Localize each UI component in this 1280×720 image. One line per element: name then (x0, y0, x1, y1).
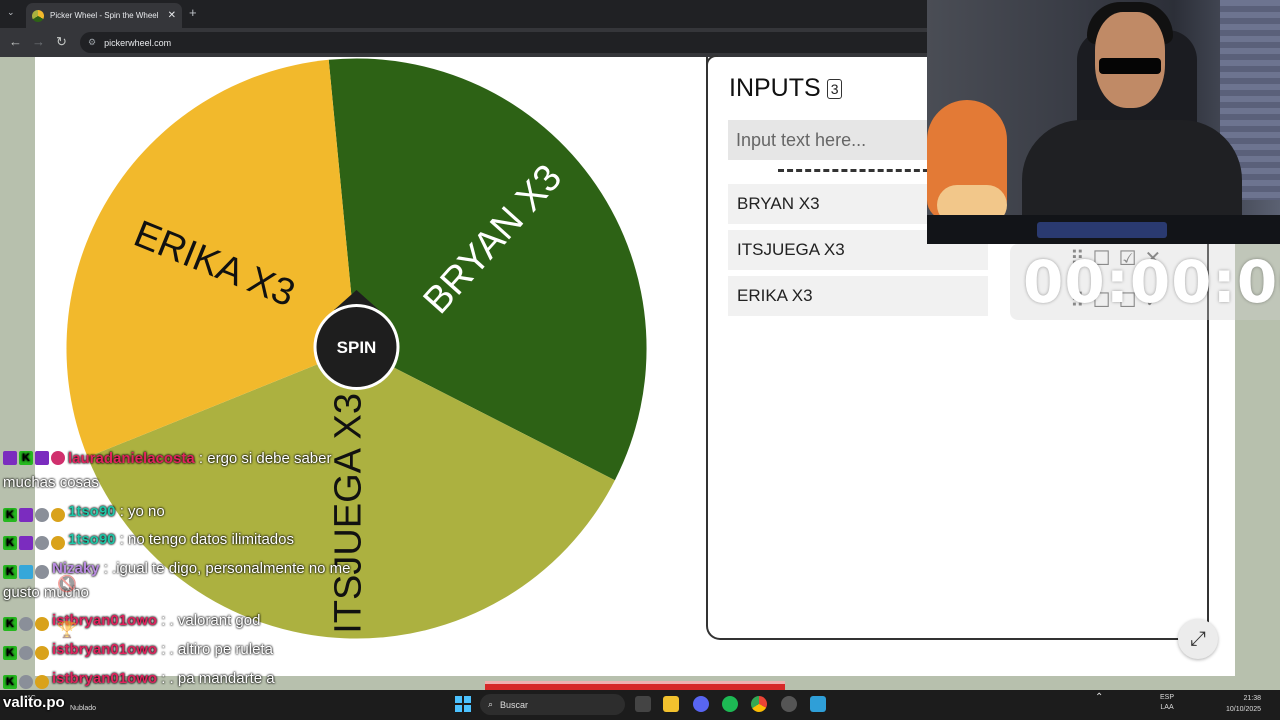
trophy-icon: 🏆 (57, 622, 77, 639)
gold-badge-icon (51, 536, 65, 551)
chat-badges: K (3, 507, 65, 522)
forward-arrow-icon[interactable]: → (32, 34, 45, 49)
tab-close-icon[interactable]: ✕ (168, 10, 176, 21)
webcam-overlay (927, 0, 1280, 244)
back-arrow-icon[interactable]: ← (9, 34, 22, 49)
k-badge-icon: K (19, 451, 33, 465)
inputs-title: INPUTS (729, 74, 821, 102)
inputs-header: INPUTS 3 (729, 74, 843, 103)
task-view-icon[interactable] (635, 696, 651, 712)
wolf-badge-icon (19, 674, 33, 689)
chat-text: : . valorant god (157, 612, 261, 630)
file-explorer-icon[interactable] (663, 696, 679, 712)
search-label: Buscar (500, 699, 529, 710)
timer-widget: ⠿☐☑✕ ⠿☐☐✓ 00:00:00 (1010, 244, 1280, 320)
new-tab-button[interactable]: + (189, 5, 197, 20)
spotify-icon[interactable] (722, 696, 738, 712)
wolf-badge-icon (35, 564, 49, 579)
entry-item[interactable]: ERIKA X3 (728, 276, 988, 316)
chat-username: 1tso90 (68, 531, 116, 549)
browser-tab[interactable]: Picker Wheel - Spin the Wheel ✕ (26, 3, 182, 28)
wolf-badge-icon (35, 536, 49, 551)
k-badge-icon: K (3, 536, 17, 551)
mute-icon: 🔇 (57, 576, 77, 593)
chat-username: lauradanielacosta (68, 450, 195, 467)
chat-text: : no tengo datos ilimitados (115, 531, 294, 549)
purple-badge-icon (19, 507, 33, 522)
k-badge-icon: K (3, 564, 17, 579)
wolf-badge-icon (35, 507, 49, 522)
site-info-icon[interactable]: ⚙ (88, 37, 96, 48)
fullscreen-expand-button[interactable]: ⤢ (1178, 619, 1218, 659)
chat-message: Kistbryan01owo : . pa mandarte a (3, 667, 363, 691)
chat-message: Klauradanielacosta : ergo si debe saber … (3, 447, 363, 495)
obs-icon[interactable] (781, 696, 797, 712)
chrome-icon[interactable] (751, 696, 767, 712)
chat-overlay-icons: 🔇 🏆 (57, 574, 77, 640)
gold-badge-icon (35, 645, 49, 660)
heart-badge-icon (51, 451, 65, 465)
red-banner-strip (485, 681, 785, 690)
tab-title: Picker Wheel - Spin the Wheel (50, 11, 159, 20)
tab-search-icon[interactable]: ⌄ (7, 7, 15, 18)
chat-username: istbryan01owo (52, 669, 158, 687)
chat-badges: K (3, 617, 49, 632)
discord-icon[interactable] (693, 696, 709, 712)
chat-username: istbryan01owo (52, 640, 158, 658)
language-indicator[interactable]: ESP LAA (1160, 693, 1174, 713)
chat-badges: K (3, 536, 65, 551)
screen: ⌄ Picker Wheel - Spin the Wheel ✕ + ← → … (0, 0, 1280, 720)
streamer-handle: valito.po (3, 694, 65, 711)
k-badge-icon: K (3, 645, 17, 660)
inputs-count-badge: 3 (826, 78, 843, 99)
chat-badges: K (3, 674, 49, 689)
chat-text: : . pa mandarte a (157, 669, 275, 687)
wolf-badge-icon (19, 645, 33, 660)
chat-badges: K (3, 564, 49, 579)
taskbar-clock[interactable]: 21:38 10/10/2025 (1226, 693, 1261, 715)
gold-badge-icon (35, 674, 49, 689)
purple-badge-icon (3, 451, 17, 465)
divider (778, 169, 938, 172)
purple-badge-icon (35, 451, 49, 465)
search-icon: ⌕ (488, 699, 494, 709)
wolf-badge-icon (19, 617, 33, 632)
k-badge-icon: K (3, 507, 17, 522)
expand-icon: ⤢ (1190, 627, 1206, 650)
chat-message: K 1tso90 : no tengo datos ilimitados (3, 528, 363, 552)
reload-icon[interactable]: ↻ (56, 34, 67, 50)
taskbar-search[interactable]: ⌕ Buscar (480, 694, 625, 715)
chat-text: : . altiro pe ruleta (157, 640, 273, 658)
chat-badges: K (3, 451, 65, 465)
stream-chat: Klauradanielacosta : ergo si debe saber … (3, 447, 363, 695)
start-windows-icon[interactable] (455, 696, 471, 712)
keyboard-image (1037, 222, 1167, 238)
chat-message: Kistbryan01owo : . altiro pe ruleta (3, 638, 363, 662)
clock-time: 21:38 (1243, 695, 1262, 702)
cyan-badge-icon (19, 564, 33, 579)
k-badge-icon: K (3, 617, 17, 632)
timer-value: 00:00:00 (1023, 248, 1280, 316)
chat-badges: K (3, 645, 49, 660)
lang-top: ESP (1160, 694, 1175, 701)
favicon-icon (32, 9, 44, 22)
chat-text: : yo no (115, 502, 165, 520)
spin-label: SPIN (337, 338, 377, 357)
clock-date: 10/10/2025 (1226, 706, 1262, 713)
url-text: pickerwheel.com (104, 37, 172, 48)
gold-badge-icon (35, 617, 49, 632)
lang-bottom: LAA (1160, 704, 1174, 711)
gold-badge-icon (51, 507, 65, 522)
chat-username: 1tso90 (68, 502, 116, 520)
k-badge-icon: K (3, 674, 17, 689)
chat-message: K 1tso90 : yo no (3, 500, 363, 524)
purple-badge-icon (19, 536, 33, 551)
tray-chevron-icon[interactable]: ⌃ (1095, 693, 1103, 703)
entry-input[interactable] (728, 120, 938, 160)
notepad-icon[interactable] (810, 696, 826, 712)
